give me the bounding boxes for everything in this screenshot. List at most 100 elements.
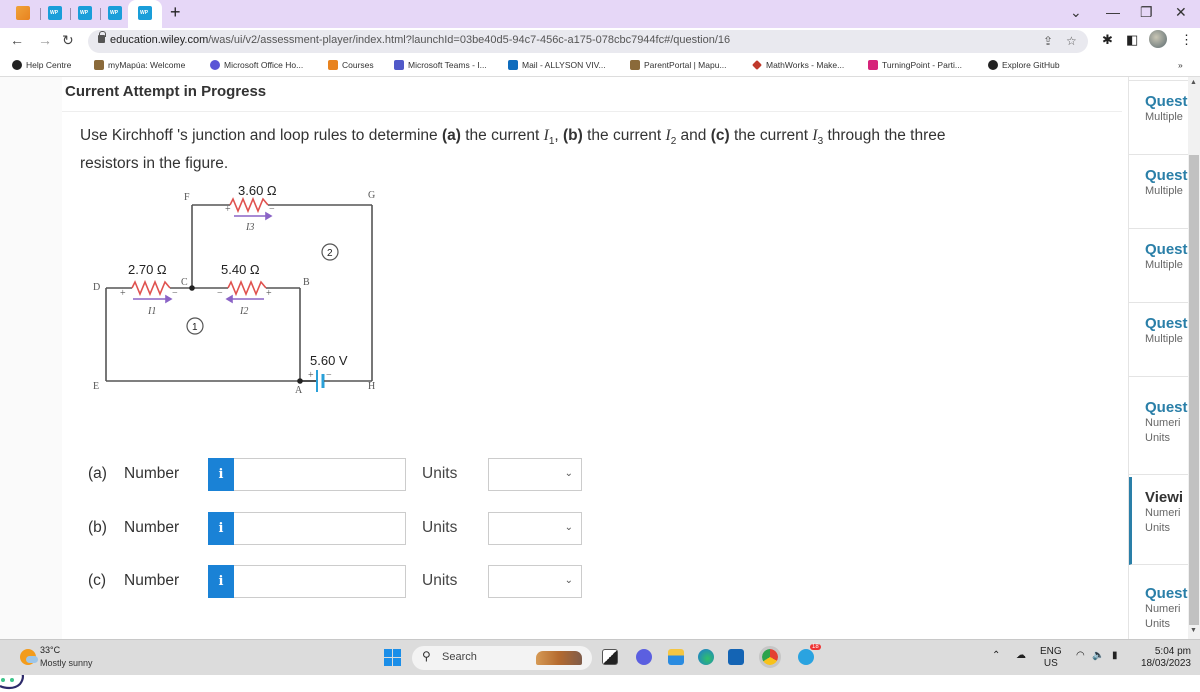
question-nav-type: Multiple [1145,111,1183,123]
question-nav-item[interactable]: Questi Multiple [1129,81,1188,155]
scroll-up-icon[interactable]: ▲ [1190,79,1197,86]
question-nav-item[interactable]: Questi Multiple [1129,155,1188,229]
office-icon [210,60,220,70]
question-nav-item[interactable]: Questi Numeri Units [1129,387,1188,475]
question-nav-title: Questi [1145,315,1188,332]
info-icon[interactable]: i [208,564,234,598]
bookmark-turningpoint[interactable]: TurningPoint - Parti... [868,60,962,70]
question-nav-item[interactable]: Questi Multiple [1129,229,1188,303]
close-icon[interactable]: ✕ [1175,4,1187,21]
resistor-r1 [131,279,171,297]
weather-temperature[interactable]: 33°C [40,645,60,655]
volume-icon[interactable]: 🔈 [1092,650,1104,662]
r3-minus: − [269,204,275,215]
language-indicator[interactable]: ENG US [1040,646,1062,670]
bookmark-help-centre[interactable]: Help Centre [12,60,71,70]
bookmark-office[interactable]: Microsoft Office Ho... [210,60,303,70]
battery-icon[interactable]: ▮ [1112,650,1118,662]
i3-label: I3 [245,222,254,233]
bookmarks-overflow-button[interactable]: » [1178,60,1183,70]
wp-tab-icon[interactable] [78,6,92,20]
question-nav-item[interactable]: Questi Multiple [1129,303,1188,377]
question-nav-type: Multiple [1145,333,1183,345]
bookmark-mathworks[interactable]: MathWorks - Make... [752,60,844,70]
clock[interactable]: 5:04 pm 18/03/2023 [1135,646,1191,670]
question-nav-item-current[interactable]: Viewi Numeri Units [1129,477,1188,565]
chrome-browser-icon[interactable] [759,646,781,668]
bookmark-parentportal[interactable]: ParentPortal | Mapu... [630,60,727,70]
mathworks-icon [752,60,762,70]
number-input-c[interactable] [234,564,406,598]
bookmark-mymapua[interactable]: myMapúa: Welcome [94,60,185,70]
wp-tab-icon[interactable] [108,6,122,20]
microsoft-store-icon[interactable] [728,649,744,665]
q-text: Use Kirchhoff 's junction and loop rules… [80,127,442,144]
profile-avatar[interactable] [1149,30,1167,48]
share-icon[interactable]: ⇪ [1043,34,1053,48]
chevron-down-icon: ⌄ [564,521,573,533]
weather-description[interactable]: Mostly sunny [40,658,93,668]
units-label: Units [422,572,458,589]
bookmark-label: Explore GitHub [1002,60,1060,70]
address-bar[interactable]: education.wiley.com/was/ui/v2/assessment… [88,30,1088,53]
menu-kebab-icon[interactable]: ⋮ [1180,32,1193,48]
url-text[interactable]: education.wiley.com/was/ui/v2/assessment… [110,34,730,46]
search-icon: ⚲ [422,649,431,663]
current-arrowhead-i2 [225,294,233,304]
wp-tab-icon[interactable] [48,6,62,20]
taskbar-search[interactable]: ⚲ Search [412,646,592,670]
scrollbar-thumb[interactable] [1189,155,1199,625]
weather-sun-cloud-icon[interactable] [20,649,38,665]
units-select-a[interactable]: ⌄ [488,457,582,491]
reload-icon[interactable]: ↻ [62,32,74,49]
info-icon[interactable]: i [208,511,234,545]
tab-separator [100,8,101,20]
question-nav-type: Multiple [1145,185,1183,197]
units-select-c[interactable]: ⌄ [488,564,582,598]
new-tab-button[interactable]: + [170,2,181,23]
scroll-down-icon[interactable]: ▼ [1190,627,1197,634]
wifi-icon[interactable]: ◠ [1076,650,1085,662]
units-select-b[interactable]: ⌄ [488,511,582,545]
meet-chat-icon[interactable] [636,649,652,665]
bookmark-label: myMapúa: Welcome [108,60,186,70]
q-part-c: (c) [710,127,730,144]
lock-icon[interactable] [98,31,106,43]
bookmark-github[interactable]: Explore GitHub [988,60,1060,70]
tab-search-chevron-icon[interactable]: ⌄ [1070,4,1082,21]
chevron-down-icon: ⌄ [564,467,573,479]
courses-icon [328,60,338,70]
mapua-icon [630,60,640,70]
bookmark-courses[interactable]: Courses [328,60,374,70]
number-input-b[interactable] [234,511,406,545]
windows-start-icon[interactable] [384,649,401,666]
wp-tab-icon[interactable] [138,6,152,20]
onedrive-cloud-icon[interactable]: ☁ [1016,650,1026,662]
q-part-b: (b) [563,127,583,144]
question-nav-type: Numeri [1145,603,1181,615]
node-e-label: E [93,381,99,392]
minimize-icon[interactable]: — [1106,4,1120,20]
restore-icon[interactable]: ❐ [1140,4,1153,21]
extensions-icon[interactable]: ✱ [1102,32,1113,48]
back-icon[interactable]: ← [10,32,24,48]
side-panel-icon[interactable]: ◧ [1126,32,1138,48]
question-nav-type: Multiple [1145,259,1183,271]
file-explorer-icon[interactable] [668,649,684,665]
courses-tab-icon[interactable] [16,6,30,20]
edge-browser-icon[interactable] [698,649,714,665]
telegram-icon[interactable] [798,649,814,665]
bookmark-star-icon[interactable]: ☆ [1066,34,1077,48]
page-scrollbar[interactable]: ▲ ▼ [1188,77,1200,639]
info-icon[interactable]: i [208,457,234,491]
task-view-icon[interactable] [602,649,618,665]
forward-icon[interactable]: → [38,32,52,48]
q-text: and [676,127,711,144]
bookmark-teams[interactable]: Microsoft Teams - I... [394,60,487,70]
number-input-a[interactable] [234,457,406,491]
question-nav-item[interactable]: Questi Numeri Units [1129,573,1188,639]
bookmark-label: Microsoft Office Ho... [224,60,304,70]
bookmark-mail[interactable]: Mail - ALLYSON VIV... [508,60,606,70]
q-text: the current [729,127,813,144]
tray-overflow-icon[interactable]: ⌃ [992,650,1000,662]
